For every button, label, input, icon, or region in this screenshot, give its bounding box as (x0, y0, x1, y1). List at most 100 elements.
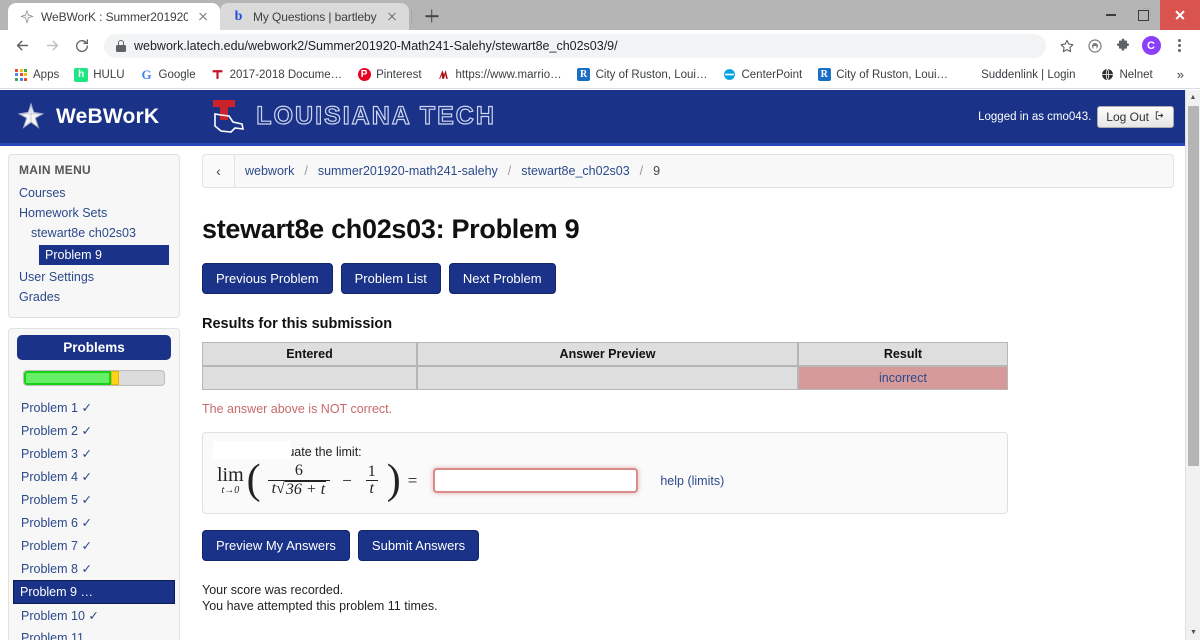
status-badge: ✓ (81, 424, 92, 438)
attempts-text: You have attempted this problem 11 times… (202, 598, 438, 613)
address-bar[interactable]: webwork.latech.edu/webwork2/Summer201920… (104, 33, 1046, 58)
main-content: ‹ webwork / summer201920-math241-salehy … (180, 146, 1188, 640)
list-item[interactable]: Problem 4 ✓ (19, 465, 169, 488)
webwork-star-icon (16, 101, 46, 132)
close-icon[interactable] (1160, 0, 1200, 30)
window-controls (1094, 0, 1200, 30)
fraction-two: 1 t (364, 462, 380, 499)
status-badge: ✓ (81, 470, 92, 484)
problem-label: Problem 1 (21, 401, 78, 415)
circle-extension-icon[interactable] (1082, 33, 1108, 59)
centerpoint-icon (722, 68, 736, 82)
limit-subscript: t→0 (221, 485, 240, 497)
browser-tab-bartleby[interactable]: b My Questions | bartleby (220, 3, 409, 30)
list-item[interactable]: Problem 2 ✓ (19, 419, 169, 442)
tab-close-icon[interactable] (384, 9, 400, 25)
breadcrumb: ‹ webwork / summer201920-math241-salehy … (202, 154, 1174, 188)
avatar[interactable]: C (1138, 33, 1164, 59)
column-header-result: Result (798, 342, 1008, 366)
fraction-two-numerator: 1 (367, 462, 376, 480)
problems-heading: Problems (17, 335, 171, 360)
next-problem-button[interactable]: Next Problem (448, 263, 556, 294)
preview-my-answers-button[interactable]: Preview My Answers (202, 529, 350, 561)
status-badge: ✓ (81, 516, 92, 530)
chevron-left-icon[interactable]: ‹ (203, 155, 235, 187)
bookmark-documents[interactable]:  2017-2018 Docume… (205, 65, 349, 85)
bookmark-suddenlink[interactable]: Suddenlink | Login (975, 66, 1081, 84)
bookmark-marriott[interactable]: https://www.marrio… (431, 65, 568, 85)
sidebar-item-courses[interactable]: Courses (19, 183, 169, 203)
vertical-scrollbar[interactable]: ▲ ▼ (1185, 90, 1200, 640)
bookmark-label: City of Ruston, Loui… (595, 68, 708, 81)
list-item[interactable]: Problem 11 (19, 627, 169, 640)
problem-label: Problem 11 (21, 631, 84, 640)
scroll-up-arrow-icon[interactable]: ▲ (1186, 90, 1200, 105)
puzzle-piece-icon[interactable] (1110, 33, 1136, 59)
previous-problem-button[interactable]: Previous Problem (202, 263, 333, 294)
browser-toolbar: webwork.latech.edu/webwork2/Summer201920… (0, 30, 1200, 61)
reload-icon[interactable] (68, 32, 96, 60)
list-item[interactable]: Problem 8 ✓ (19, 557, 169, 580)
bookmark-city-of-ruston-1[interactable]: R City of Ruston, Loui… (571, 65, 714, 85)
submit-answers-button[interactable]: Submit Answers (357, 529, 480, 561)
scrollbar-thumb[interactable] (1188, 106, 1199, 466)
open-paren: ( (246, 457, 261, 503)
restore-icon[interactable] (1127, 0, 1160, 30)
star-icon[interactable] (1054, 33, 1080, 59)
sidebar-item-grades[interactable]: Grades (19, 287, 169, 307)
bookmark-centerpoint[interactable]: CenterPoint (716, 65, 808, 85)
breadcrumb-separator: / (507, 164, 512, 178)
login-status: Logged in as cmo043. Log Out (978, 105, 1174, 128)
bookmarks-overflow-icon[interactable]: » (1169, 67, 1192, 82)
forward-arrow-icon (38, 32, 66, 60)
sidebar-item-stewart8e-ch02s03[interactable]: stewart8e ch02s03 (19, 223, 169, 243)
back-arrow-icon[interactable] (8, 32, 36, 60)
bookmark-pinterest[interactable]: P Pinterest (351, 65, 427, 85)
list-item[interactable]: Problem 1 ✓ (19, 396, 169, 419)
list-item[interactable]: Problem 5 ✓ (19, 488, 169, 511)
hulu-icon: h (74, 67, 89, 82)
sidebar-item-homework-sets[interactable]: Homework Sets (19, 203, 169, 223)
list-item[interactable]: Problem 7 ✓ (19, 534, 169, 557)
list-item[interactable]: Problem 10 ✓ (19, 604, 169, 627)
main-menu-heading: MAIN MENU (19, 163, 92, 177)
problem-label: Problem 8 (21, 562, 78, 576)
answer-input[interactable] (433, 468, 639, 494)
page-title: stewart8e ch02s03: Problem 9 (202, 214, 580, 244)
scroll-down-arrow-icon[interactable]: ▼ (1186, 625, 1200, 640)
main-menu-panel: MAIN MENU Courses Homework Sets stewart8… (8, 154, 180, 318)
bookmark-apps[interactable]: Apps (8, 65, 65, 85)
tab-close-icon[interactable] (195, 9, 211, 25)
page-viewport: WeBWorK LOUISIANA TECH Logged in as cmo0… (0, 90, 1200, 640)
minimize-icon[interactable] (1094, 0, 1127, 30)
bookmark-nelnet[interactable]: Nelnet (1094, 65, 1158, 85)
breadcrumb-item-webwork[interactable]: webwork (245, 164, 294, 178)
site-brand[interactable]: WeBWorK (0, 101, 159, 132)
problem-label: Problem 6 (21, 516, 78, 530)
help-limits-link[interactable]: help (limits) (660, 474, 724, 488)
kebab-menu-icon[interactable] (1166, 33, 1192, 59)
breadcrumb-item-course[interactable]: summer201920-math241-salehy (318, 164, 498, 178)
table-header-row: Entered Answer Preview Result (202, 342, 1008, 366)
new-tab-button[interactable] (418, 2, 446, 30)
bookmark-hulu[interactable]: h HULU (68, 65, 130, 85)
bookmark-label: Apps (33, 68, 60, 81)
problem-label: Problem 5 (21, 493, 78, 507)
breadcrumb-item-set[interactable]: stewart8e_ch02s03 (521, 164, 629, 178)
list-item[interactable]: Problem 6 ✓ (19, 511, 169, 534)
sidebar: MAIN MENU Courses Homework Sets stewart8… (0, 146, 180, 640)
problem-label: Problem 4 (21, 470, 78, 484)
list-item-current[interactable]: Problem 9 … (13, 580, 175, 604)
problem-label: Problem 3 (21, 447, 78, 461)
bartleby-b-icon: b (234, 8, 243, 24)
logout-label: Log Out (1106, 109, 1149, 124)
table-row: incorrect (202, 366, 1008, 390)
logout-button[interactable]: Log Out (1097, 105, 1174, 128)
bookmark-google[interactable]: G Google (134, 65, 202, 85)
sidebar-item-user-settings[interactable]: User Settings (19, 267, 169, 287)
bookmark-city-of-ruston-2[interactable]: R City of Ruston, Loui… (811, 65, 954, 85)
list-item[interactable]: Problem 3 ✓ (19, 442, 169, 465)
problem-list-button[interactable]: Problem List (340, 263, 441, 294)
browser-tab-webwork[interactable]: WeBWorK : Summer201920-Mat (8, 3, 220, 30)
sidebar-item-problem-9[interactable]: Problem 9 (39, 245, 169, 265)
